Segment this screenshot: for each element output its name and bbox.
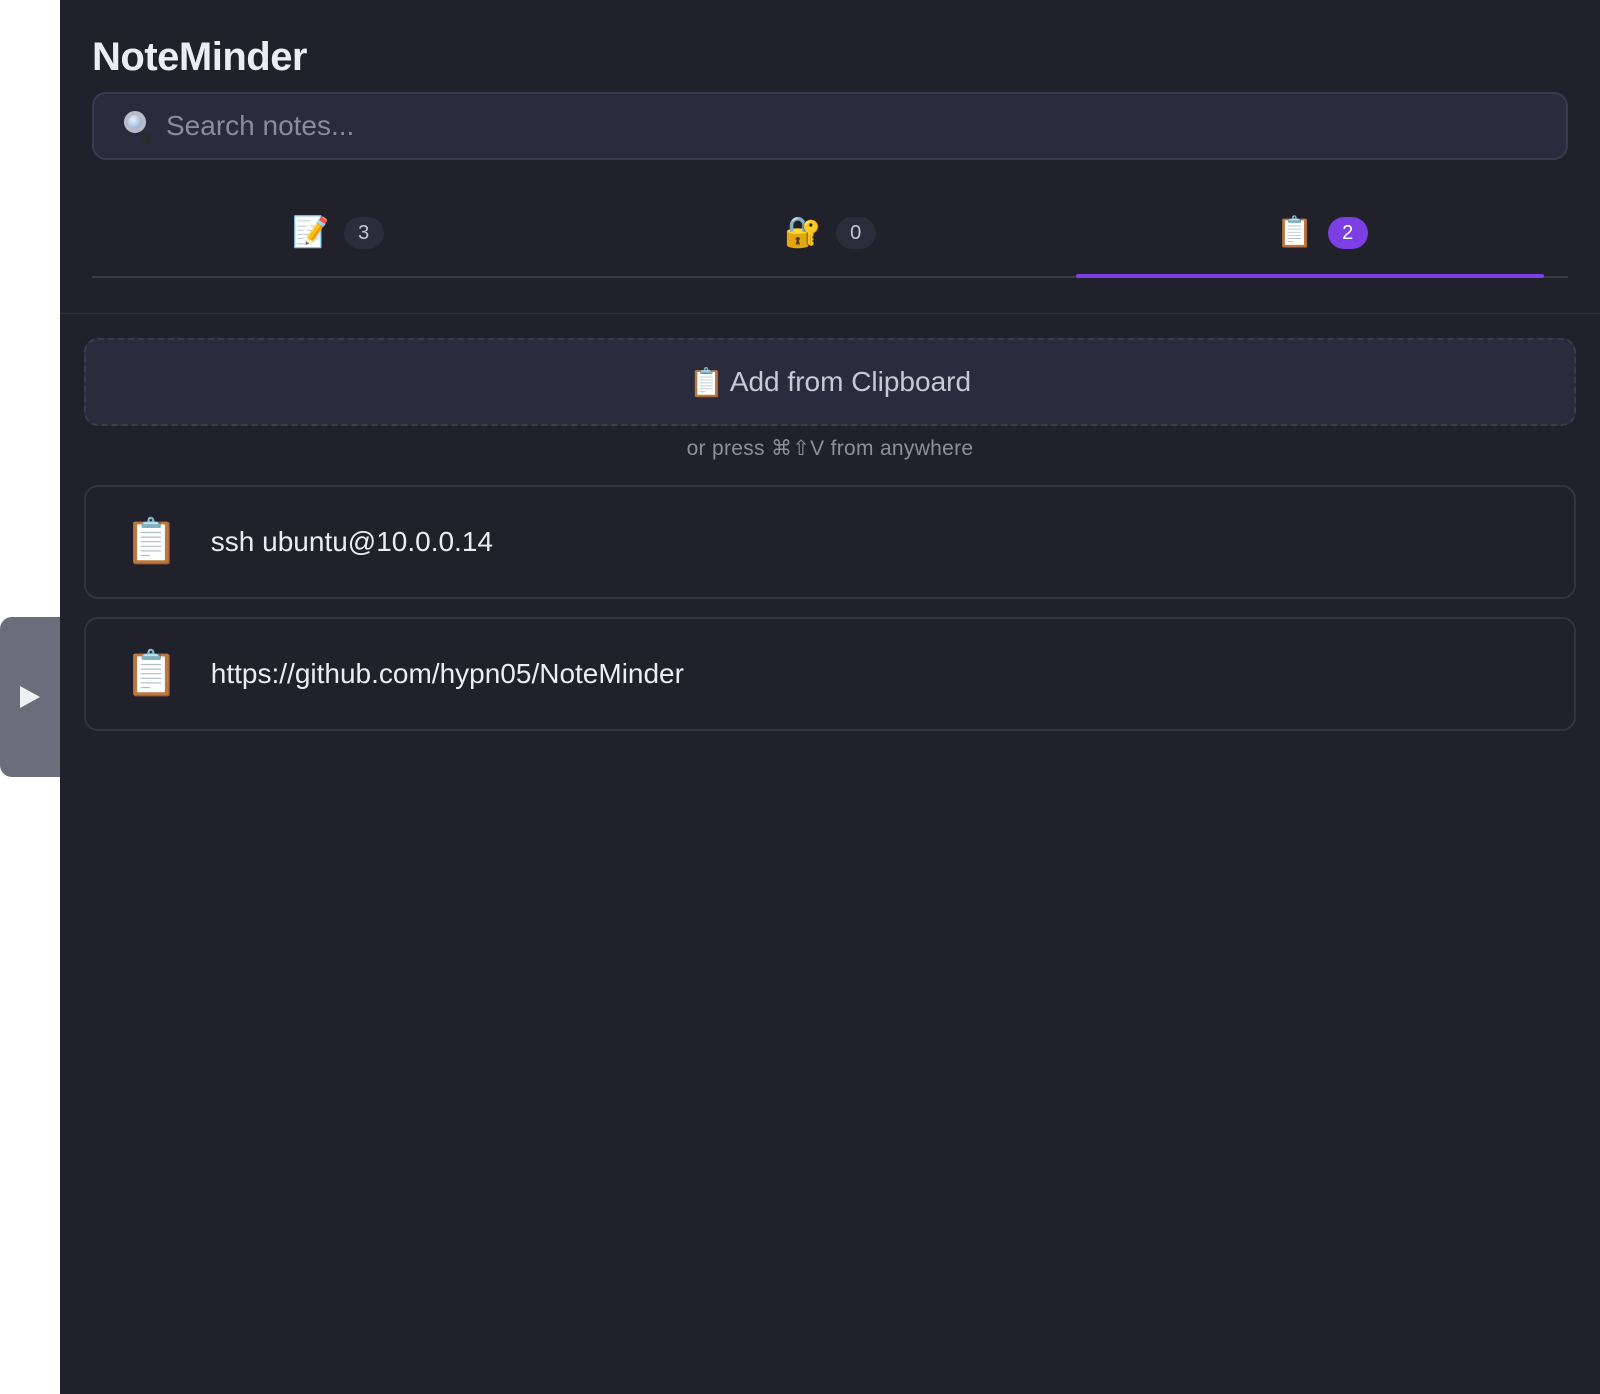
tab-clipboard[interactable]: 📋 2 bbox=[1076, 190, 1568, 278]
secrets-count-badge: 0 bbox=[835, 217, 876, 249]
search-icon bbox=[122, 109, 156, 147]
tab-notes[interactable]: 📝 3 bbox=[92, 190, 584, 276]
category-tabs: 📝 3 🔐 0 📋 2 bbox=[92, 190, 1568, 278]
list-item[interactable]: 📋 https://github.com/hypn05/NoteMinder bbox=[84, 617, 1576, 731]
clipboard-icon: 📋 bbox=[1276, 216, 1314, 249]
clipboard-icon: 📋 bbox=[124, 517, 179, 566]
clipboard-icon: 📋 bbox=[124, 649, 179, 698]
tab-secrets[interactable]: 🔐 0 bbox=[584, 190, 1076, 276]
clipboard-content: 📋 Add from Clipboard or press ⌘⇧V from a… bbox=[60, 314, 1600, 731]
app-title: NoteMinder bbox=[92, 35, 308, 79]
collapse-panel-handle[interactable] bbox=[0, 617, 60, 777]
add-from-clipboard-button[interactable]: 📋 Add from Clipboard bbox=[84, 338, 1576, 426]
add-from-clipboard-label: Add from Clipboard bbox=[729, 366, 972, 397]
lock-key-icon: 🔐 bbox=[784, 216, 822, 249]
notes-count-badge: 3 bbox=[343, 217, 384, 249]
search-input[interactable] bbox=[166, 110, 1538, 142]
memo-icon: 📝 bbox=[292, 216, 330, 249]
clipboard-list: 📋 ssh ubuntu@10.0.0.14 📋 https://github.… bbox=[84, 485, 1576, 731]
clip-text: https://github.com/hypn05/NoteMinder bbox=[210, 658, 684, 689]
panel-header: NoteMinder 📝 3 🔐 0 📋 2 bbox=[60, 0, 1600, 314]
noteminder-panel: NoteMinder 📝 3 🔐 0 📋 2 📋 bbox=[60, 0, 1600, 1394]
shortcut-hint: or press ⌘⇧V from anywhere bbox=[686, 437, 974, 460]
play-arrow-icon bbox=[20, 686, 40, 708]
search-box[interactable] bbox=[92, 92, 1568, 160]
list-item[interactable]: 📋 ssh ubuntu@10.0.0.14 bbox=[84, 485, 1576, 599]
clipboard-icon: 📋 bbox=[688, 366, 724, 398]
clip-text: ssh ubuntu@10.0.0.14 bbox=[210, 526, 493, 557]
clipboard-count-badge: 2 bbox=[1327, 217, 1368, 249]
